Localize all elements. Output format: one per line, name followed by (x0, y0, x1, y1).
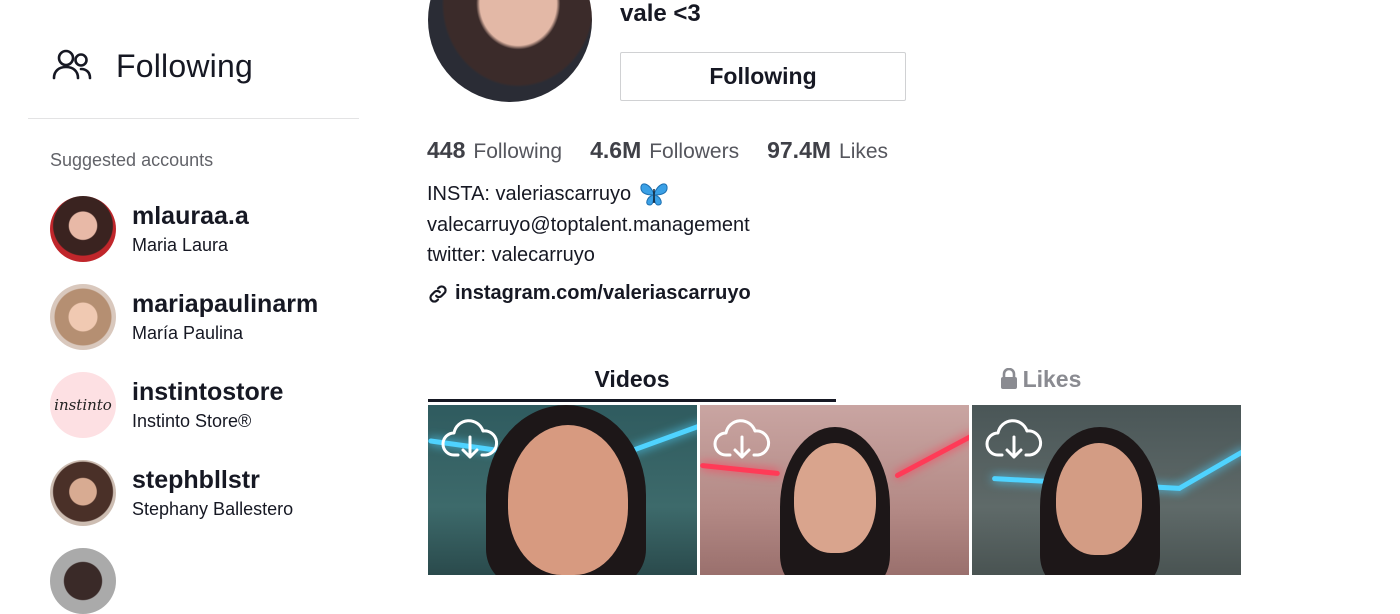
avatar[interactable] (50, 548, 116, 614)
suggested-account[interactable]: mlauraa.a Maria Laura (50, 196, 249, 262)
likes-stat-label: Likes (839, 140, 889, 163)
avatar[interactable] (50, 284, 116, 350)
profile-link[interactable]: instagram.com/valeriascarruyo (427, 282, 751, 305)
suggested-account[interactable] (50, 548, 116, 614)
tab-likes[interactable]: Likes (836, 358, 1244, 400)
account-username[interactable]: stephbllstr (132, 465, 293, 495)
stat-followers[interactable]: 4.6M Followers (590, 137, 739, 164)
video-thumbnail[interactable] (972, 405, 1241, 575)
account-display-name: Stephany Ballestero (132, 499, 294, 519)
account-username[interactable]: instintostore (132, 377, 283, 407)
bio-text: INSTA: valeriascarruyo (427, 182, 632, 205)
suggested-accounts-title: Suggested accounts (50, 150, 214, 170)
avatar[interactable] (50, 196, 116, 262)
avatar[interactable]: instinto (50, 372, 116, 438)
tab-videos[interactable]: Videos (428, 358, 836, 400)
suggested-account[interactable]: mariapaulinarm María Paulina (50, 284, 318, 350)
cloud-download-icon[interactable] (440, 415, 500, 465)
bio-line: twitter: valecarruyo (427, 244, 595, 266)
profile-avatar (428, 0, 592, 102)
butterfly-emoji-icon (640, 183, 668, 206)
followers-stat-label: Followers (649, 140, 740, 163)
people-icon (52, 49, 92, 80)
following-label: Following (116, 47, 253, 84)
bio-line: INSTA: valeriascarruyo (427, 181, 669, 207)
stat-following[interactable]: 448 Following (427, 137, 562, 164)
suggested-account[interactable]: stephbllstr Stephany Ballestero (50, 460, 293, 526)
account-display-name: Instinto Store® (132, 411, 252, 431)
account-username[interactable]: mlauraa.a (132, 201, 249, 231)
tab-videos-label: Videos (594, 365, 670, 392)
account-username[interactable]: mariapaulinarm (132, 289, 318, 319)
following-count: 448 (427, 137, 466, 163)
tab-likes-label: Likes (1022, 365, 1082, 392)
sidebar-following-nav[interactable]: Following (50, 44, 253, 88)
active-tab-indicator (428, 399, 836, 402)
cloud-download-icon[interactable] (984, 415, 1044, 465)
profile-name: vale <3 (620, 0, 701, 27)
avatar[interactable] (50, 460, 116, 526)
profile-stats: 448 Following 4.6M Followers 97.4M Likes (427, 137, 888, 164)
following-button[interactable]: Following (620, 52, 906, 101)
video-thumbnail[interactable] (428, 405, 697, 575)
sidebar-divider (28, 118, 359, 119)
account-display-name: Maria Laura (132, 235, 229, 255)
account-display-name: María Paulina (132, 323, 244, 343)
video-thumbnail[interactable] (700, 405, 969, 575)
bio-line: valecarruyo@toptalent.management (427, 214, 750, 236)
lock-icon (1000, 368, 1017, 389)
avatar-logo-text: instinto (54, 396, 112, 414)
followers-count: 4.6M (590, 137, 642, 163)
likes-count: 97.4M (767, 137, 832, 163)
link-icon (429, 284, 447, 303)
cloud-download-icon[interactable] (712, 415, 772, 465)
stat-likes: 97.4M Likes (767, 137, 888, 164)
suggested-account[interactable]: instinto instintostore Instinto Store® (50, 372, 283, 438)
following-stat-label: Following (473, 140, 563, 163)
profile-link-text: instagram.com/valeriascarruyo (455, 282, 751, 304)
